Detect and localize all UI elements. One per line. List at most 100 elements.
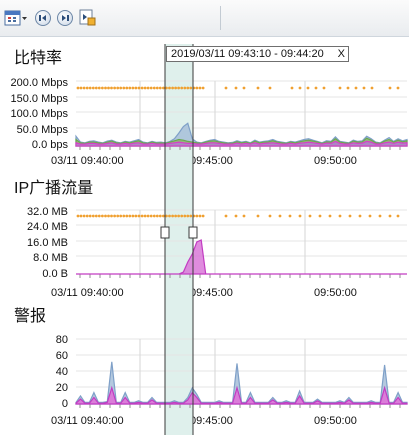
event-dot [155,86,159,90]
event-dot [137,214,141,218]
event-dot [134,86,138,90]
close-icon[interactable]: X [338,47,345,61]
event-dot [186,86,190,90]
event-dot [119,86,123,90]
event-dot [162,86,165,90]
event-dot [268,86,272,90]
event-dot [290,86,294,90]
event-dot [82,214,86,218]
event-dot [168,86,171,90]
selection-right-handle [188,226,198,239]
event-dot [201,214,205,218]
event-dot [125,86,129,90]
event-dot [189,86,193,90]
event-dot [322,86,326,90]
event-dot [234,86,238,90]
event-dot [146,214,150,218]
selection-range-label: 2019/03/11 09:43:10 - 09:44:20 X [166,46,349,62]
event-dot [396,214,400,218]
event-dot [174,86,178,90]
event-dot [368,214,372,218]
event-dot [278,214,282,218]
event-dot [122,214,126,218]
event-dot [131,86,135,90]
event-dot [143,214,147,218]
event-dot [104,214,107,218]
event-dot [158,214,162,218]
event-dot [308,214,312,218]
event-dot [354,86,358,90]
event-dot [378,214,382,218]
event-dot [388,86,392,90]
event-dot [116,214,120,218]
event-dot [158,86,162,90]
event-dot [362,86,366,90]
event-dot [318,214,322,218]
event-dot [76,86,80,90]
event-dot [195,86,199,90]
event-dot [79,214,83,218]
event-dot [149,86,153,90]
event-dot [186,214,190,218]
event-dot [242,214,246,218]
event-dot [97,86,101,90]
event-dot [171,86,175,90]
event-dot [82,86,86,90]
event-dot [125,214,129,218]
charts-canvas[interactable] [0,0,409,435]
event-dot [396,86,400,90]
event-dot [140,214,144,218]
event-dot [256,86,260,90]
event-dot [146,86,150,90]
event-dot [85,86,89,90]
event-dot [101,214,104,218]
event-dot [177,214,181,218]
event-dot [183,86,187,90]
event-dot [198,214,202,218]
event-dot [131,214,135,218]
event-dot [128,86,132,90]
event-dot [91,214,95,218]
event-dot [101,86,104,90]
event-dot [162,214,165,218]
event-dot [338,86,342,90]
event-dot [134,214,138,218]
event-dot [119,214,123,218]
event-dot [107,86,110,90]
selection-band [165,44,193,435]
event-dot [168,214,171,218]
event-dot [116,86,120,90]
event-dot [155,214,159,218]
series-area [76,239,407,275]
event-dot [113,214,116,218]
event-dot [104,86,107,90]
event-dot [183,214,187,218]
event-dot [137,86,141,90]
event-dot [328,214,332,218]
event-dot [88,86,92,90]
event-dot [224,214,228,218]
event-dot [338,214,342,218]
event-dot [195,214,199,218]
event-dot [152,86,156,90]
event-dot [180,214,184,218]
event-dot [388,214,392,218]
selection-left-handle [160,226,170,239]
event-dot [140,86,144,90]
selection-range-text: 2019/03/11 09:43:10 - 09:44:20 [171,48,324,60]
event-dot [110,214,113,218]
event-dot [94,214,98,218]
event-dot [224,86,228,90]
event-dot [152,214,156,218]
event-dot [348,214,352,218]
event-dot [107,214,110,218]
event-dot [88,214,92,218]
event-dot [79,86,83,90]
event-dot [76,214,80,218]
event-dot [198,86,202,90]
event-dot [171,214,175,218]
event-dot [298,86,302,90]
event-dot [288,214,292,218]
event-dot [256,214,260,218]
event-dot [306,86,310,90]
